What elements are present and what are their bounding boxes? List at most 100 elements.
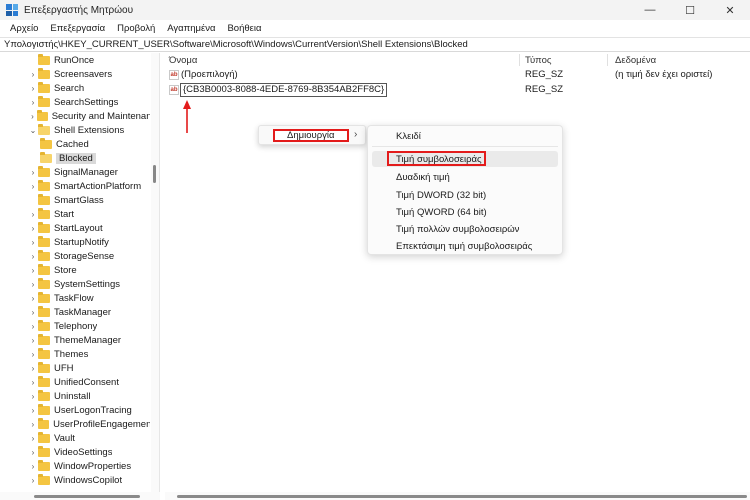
menu-item-qword-value[interactable]: Τιμή QWORD (64 bit)	[372, 204, 558, 220]
tree-item[interactable]: › UserLogonTracing	[0, 403, 150, 417]
chevron-right-icon[interactable]: ›	[28, 336, 38, 345]
menu-item-new[interactable]: Δημιουργία	[273, 129, 349, 142]
chevron-right-icon[interactable]: ›	[28, 182, 38, 191]
tree-item[interactable]: › Themes	[0, 347, 150, 361]
chevron-right-icon[interactable]: ›	[28, 406, 38, 415]
tree-item[interactable]: › Search	[0, 81, 150, 95]
tree-item[interactable]: › Telephony	[0, 319, 150, 333]
folder-icon	[38, 263, 50, 275]
tree-item[interactable]: › SmartActionPlatform	[0, 179, 150, 193]
chevron-right-icon[interactable]: ›	[28, 252, 38, 261]
chevron-right-icon[interactable]: ›	[28, 448, 38, 457]
menu-item-multi-string-value[interactable]: Τιμή πολλών συμβολοσειρών	[372, 221, 558, 237]
menu-favorites[interactable]: Αγαπημένα	[161, 23, 221, 34]
tree-item[interactable]: SmartGlass	[0, 193, 150, 207]
list-horizontal-scrollbar[interactable]	[165, 492, 750, 500]
tree-item[interactable]: › WindowsCopilot	[0, 473, 150, 487]
address-bar[interactable]: Υπολογιστής\HKEY_CURRENT_USER\Software\M…	[0, 37, 750, 52]
maximize-button[interactable]: ☐	[670, 0, 710, 20]
column-header-name[interactable]: Όνομα	[169, 53, 197, 67]
tree-item[interactable]: RunOnce	[0, 53, 150, 67]
tree-item[interactable]: › TaskFlow	[0, 291, 150, 305]
column-divider[interactable]	[519, 54, 520, 66]
tree-item[interactable]: › StorageSense	[0, 249, 150, 263]
folder-icon	[38, 165, 50, 177]
list-hscroll-thumb[interactable]	[177, 495, 747, 498]
tree-item[interactable]: › StartupNotify	[0, 235, 150, 249]
chevron-right-icon[interactable]: ›	[28, 70, 38, 79]
menu-item-expandable-string-value[interactable]: Επεκτάσιμη τιμή συμβολοσειράς	[372, 238, 558, 254]
chevron-right-icon[interactable]: ›	[28, 238, 38, 247]
chevron-right-icon[interactable]: ›	[28, 168, 38, 177]
column-header-data[interactable]: Δεδομένα	[615, 53, 656, 67]
regedit-app-icon	[6, 4, 18, 16]
tree-item-label: SystemSettings	[54, 278, 120, 290]
tree-item[interactable]: › SearchSettings	[0, 95, 150, 109]
tree-item-label: SmartActionPlatform	[54, 180, 142, 192]
chevron-right-icon[interactable]: ›	[28, 112, 37, 121]
chevron-right-icon[interactable]: ›	[28, 210, 38, 219]
value-row[interactable]: ab {CB3B0003-8088-4EDE-8769-8B354AB2FF8C…	[165, 83, 750, 98]
tree-item[interactable]: › SignalManager	[0, 165, 150, 179]
tree-item[interactable]: › UserProfileEngagement	[0, 417, 150, 431]
tree-item[interactable]: › SystemSettings	[0, 277, 150, 291]
menu-help[interactable]: Βοήθεια	[221, 23, 267, 34]
folder-icon	[38, 305, 50, 317]
close-button[interactable]: ✕	[710, 0, 750, 20]
tree-item[interactable]: › Start	[0, 207, 150, 221]
chevron-down-icon[interactable]: ⌄	[28, 126, 38, 135]
tree-item[interactable]: › Store	[0, 263, 150, 277]
tree-item[interactable]: › ThemeManager	[0, 333, 150, 347]
folder-icon	[38, 347, 50, 359]
chevron-right-icon[interactable]: ›	[28, 392, 38, 401]
chevron-right-icon[interactable]: ›	[28, 98, 38, 107]
tree-item[interactable]: › TaskManager	[0, 305, 150, 319]
tree-vertical-scrollbar[interactable]	[151, 53, 159, 493]
chevron-right-icon[interactable]: ›	[28, 462, 38, 471]
chevron-right-icon[interactable]: ›	[28, 322, 38, 331]
column-divider[interactable]	[607, 54, 608, 66]
chevron-right-icon[interactable]: ›	[28, 280, 38, 289]
column-header-type[interactable]: Τύπος	[525, 53, 551, 67]
chevron-right-icon[interactable]: ›	[28, 364, 38, 373]
minimize-button[interactable]: —	[630, 0, 670, 20]
chevron-right-icon[interactable]: ›	[28, 266, 38, 275]
menu-item-dword-value[interactable]: Τιμή DWORD (32 bit)	[372, 187, 558, 203]
tree-item[interactable]: › Screensavers	[0, 67, 150, 81]
value-row[interactable]: ab (Προεπιλογή) REG_SZ (η τιμή δεν έχει …	[165, 68, 750, 83]
tree-item[interactable]: Blocked	[0, 151, 150, 165]
menu-file[interactable]: Αρχείο	[4, 23, 44, 34]
chevron-right-icon[interactable]: ›	[28, 378, 38, 387]
tree-item[interactable]: › Vault	[0, 431, 150, 445]
tree-item[interactable]: › VideoSettings	[0, 445, 150, 459]
chevron-right-icon[interactable]: ›	[28, 224, 38, 233]
tree-item[interactable]: › Uninstall	[0, 389, 150, 403]
tree-item-label: RunOnce	[54, 54, 95, 66]
tree-item[interactable]: › Security and Maintenance	[0, 109, 150, 123]
tree-item[interactable]: › WindowProperties	[0, 459, 150, 473]
menu-item-binary-value[interactable]: Δυαδική τιμή	[372, 169, 558, 185]
menu-edit[interactable]: Επεξεργασία	[44, 23, 111, 34]
tree-scroll-thumb[interactable]	[153, 165, 156, 183]
tree-item[interactable]: › UFH	[0, 361, 150, 375]
tree-hscroll-thumb[interactable]	[34, 495, 140, 498]
tree-item[interactable]: › UnifiedConsent	[0, 375, 150, 389]
chevron-right-icon[interactable]: ›	[28, 294, 38, 303]
tree-horizontal-scrollbar[interactable]	[0, 492, 160, 500]
tree-item[interactable]: Cached	[0, 137, 150, 151]
tree-item-label: Start	[54, 208, 75, 220]
tree-item-label: Vault	[54, 432, 75, 444]
chevron-right-icon[interactable]: ›	[28, 308, 38, 317]
folder-icon	[38, 67, 50, 79]
window-title: Επεξεργαστής Μητρώου	[24, 4, 134, 16]
chevron-right-icon[interactable]: ›	[28, 434, 38, 443]
chevron-right-icon[interactable]: ›	[28, 476, 38, 485]
menu-item-key[interactable]: Κλειδί	[372, 128, 558, 144]
menu-view[interactable]: Προβολή	[111, 23, 161, 34]
rename-value-input[interactable]: {CB3B0003-8088-4EDE-8769-8B354AB2FF8C}	[180, 83, 388, 97]
tree-item[interactable]: › StartLayout	[0, 221, 150, 235]
chevron-right-icon[interactable]: ›	[28, 420, 38, 429]
chevron-right-icon[interactable]: ›	[28, 350, 38, 359]
tree-item[interactable]: ⌄ Shell Extensions	[0, 123, 150, 137]
chevron-right-icon[interactable]: ›	[28, 84, 38, 93]
